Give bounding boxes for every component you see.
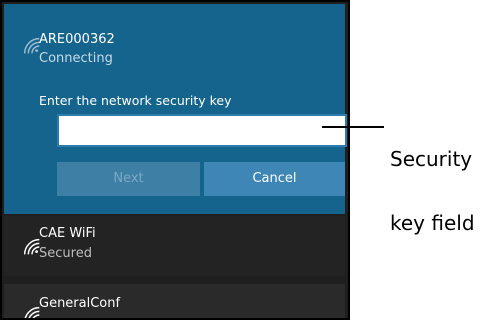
- security-key-prompt: Enter the network security key: [39, 93, 232, 108]
- callout-line: [322, 126, 384, 128]
- callout-label: Security key field: [390, 111, 475, 271]
- wifi-panel: ARE000362 Connecting Enter the network s…: [0, 0, 350, 320]
- stage: ARE000362 Connecting Enter the network s…: [0, 0, 491, 320]
- callout-line-2: key field: [390, 211, 475, 235]
- security-key-input[interactable]: [57, 114, 347, 147]
- callout-line-1: Security: [390, 147, 473, 171]
- network-name: ARE000362: [39, 32, 115, 47]
- next-button[interactable]: Next: [57, 162, 200, 196]
- network-list-item[interactable]: GeneralConf: [4, 284, 345, 318]
- network-name: CAE WiFi: [39, 226, 96, 241]
- network-status: Connecting: [39, 51, 113, 66]
- network-list-item[interactable]: CAE WiFi Secured: [4, 216, 345, 276]
- cancel-button[interactable]: Cancel: [204, 162, 345, 196]
- network-status: Secured: [39, 246, 92, 261]
- network-name: GeneralConf: [39, 296, 121, 311]
